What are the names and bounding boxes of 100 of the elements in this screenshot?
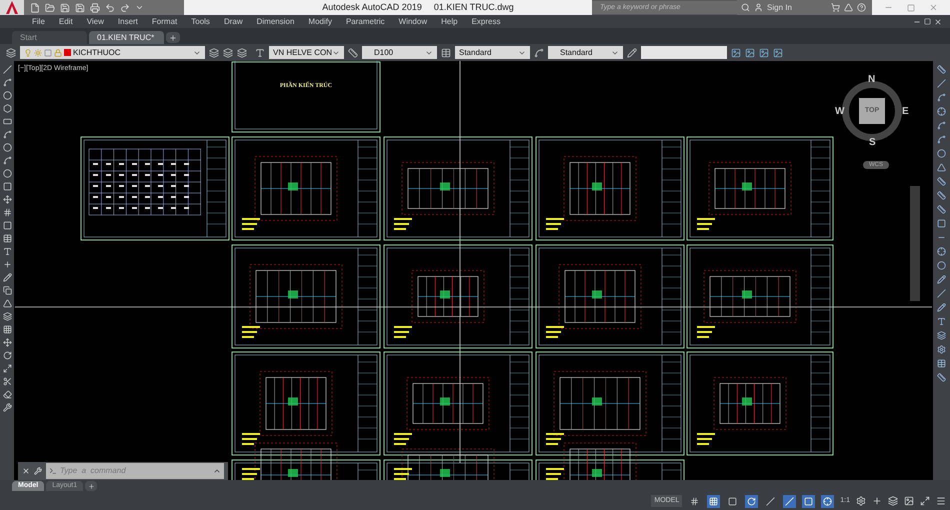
- view-icon[interactable]: [731, 48, 741, 58]
- circle-icon[interactable]: [2, 91, 12, 100]
- jog-line-icon[interactable]: [937, 289, 946, 298]
- menu-item[interactable]: Draw: [224, 16, 243, 28]
- line-icon[interactable]: [2, 65, 12, 74]
- trim-icon[interactable]: [2, 377, 12, 386]
- multileader-style-dropdown[interactable]: Standard: [548, 46, 623, 59]
- compass-east[interactable]: E: [902, 104, 909, 119]
- menu-item[interactable]: File: [32, 16, 45, 28]
- menu-item[interactable]: Parametric: [346, 16, 385, 28]
- menu-item[interactable]: View: [86, 16, 104, 28]
- user-icon[interactable]: [754, 3, 763, 12]
- cart-icon[interactable]: [831, 3, 840, 12]
- pencil-icon[interactable]: [2, 273, 12, 282]
- menu-item[interactable]: Help: [441, 16, 458, 28]
- angle-icon[interactable]: [937, 163, 946, 172]
- layer-properties-icon[interactable]: [6, 48, 16, 58]
- diameter-icon[interactable]: [937, 149, 946, 158]
- block-icon[interactable]: [2, 182, 12, 191]
- input-field[interactable]: [641, 46, 727, 59]
- table-style-dropdown[interactable]: Standard: [455, 46, 530, 59]
- layer-dropdown[interactable]: KICHTHUOC: [20, 46, 205, 59]
- polyline-icon[interactable]: [2, 78, 12, 87]
- baseline-icon[interactable]: [937, 191, 946, 200]
- previous-layer-icon[interactable]: [237, 48, 247, 58]
- hatch-icon[interactable]: [2, 208, 12, 217]
- tracking-icon[interactable]: [783, 494, 796, 508]
- menu-item[interactable]: Express: [472, 16, 500, 28]
- continue-icon[interactable]: [937, 205, 946, 214]
- text-style-dropdown[interactable]: VN HELVE CON: [269, 46, 344, 59]
- print-icon[interactable]: [90, 2, 100, 12]
- app-logo-icon[interactable]: [0, 0, 24, 15]
- dimension-icon[interactable]: [937, 65, 946, 74]
- arc-length-icon[interactable]: [937, 93, 946, 102]
- center-mark-icon[interactable]: [937, 261, 946, 270]
- quick-dim-icon[interactable]: [937, 177, 946, 186]
- rectangle-icon[interactable]: [2, 117, 12, 126]
- open-folder-icon[interactable]: [45, 2, 55, 12]
- menu-item[interactable]: Tools: [191, 16, 210, 28]
- menu-item[interactable]: Format: [152, 16, 178, 28]
- region-icon[interactable]: [2, 221, 12, 230]
- new-tab-button[interactable]: [166, 32, 180, 43]
- fullscreen-icon[interactable]: [920, 496, 930, 506]
- inspect-icon[interactable]: [937, 275, 946, 284]
- match-layer-icon[interactable]: [223, 48, 233, 58]
- update-icon[interactable]: [937, 331, 946, 340]
- command-field[interactable]: Type a command: [46, 463, 224, 479]
- add-icon[interactable]: [2, 260, 12, 269]
- text-edit-icon[interactable]: [937, 317, 946, 326]
- plus-icon[interactable]: [872, 496, 882, 506]
- ordinate-icon[interactable]: [937, 107, 946, 116]
- add-layout-button[interactable]: [85, 481, 98, 491]
- multileader-style-icon[interactable]: [534, 48, 544, 58]
- table-icon[interactable]: [2, 234, 12, 243]
- view-icon[interactable]: [745, 48, 755, 58]
- compass-south[interactable]: S: [869, 135, 876, 150]
- space-icon[interactable]: [937, 219, 946, 228]
- edit-icon[interactable]: [937, 303, 946, 312]
- command-input[interactable]: Type a command: [60, 465, 210, 477]
- new-file-icon[interactable]: [30, 2, 40, 12]
- dim-style-dropdown[interactable]: D100: [362, 46, 437, 59]
- jogged-icon[interactable]: [937, 135, 946, 144]
- menu-item[interactable]: Window: [398, 16, 428, 28]
- erase-icon[interactable]: [2, 390, 12, 399]
- dropdown-icon[interactable]: [135, 3, 144, 12]
- tolerance-icon[interactable]: [937, 247, 946, 256]
- polygon-icon[interactable]: [2, 104, 12, 113]
- text-icon[interactable]: [2, 247, 12, 256]
- file-tab[interactable]: 01.KIEN TRUC*: [89, 31, 164, 44]
- copy-icon[interactable]: [2, 286, 12, 295]
- rotate-icon[interactable]: [2, 351, 12, 360]
- compass-north[interactable]: N: [868, 72, 876, 87]
- osnap-icon[interactable]: [802, 494, 816, 508]
- make-current-icon[interactable]: [209, 48, 219, 58]
- radius-icon[interactable]: [937, 121, 946, 130]
- compass-west[interactable]: W: [835, 104, 844, 119]
- circle-icon[interactable]: [2, 143, 12, 152]
- undo-icon[interactable]: [105, 2, 115, 12]
- table-icon[interactable]: [937, 359, 946, 368]
- save-icon[interactable]: [60, 2, 70, 12]
- offset-icon[interactable]: [2, 312, 12, 321]
- menu-icon[interactable]: [936, 496, 946, 506]
- snap-icon[interactable]: [707, 494, 720, 508]
- menu-item[interactable]: Edit: [58, 16, 73, 28]
- dim-style-icon[interactable]: [937, 345, 946, 354]
- text-style-icon[interactable]: [255, 48, 265, 58]
- restore-icon[interactable]: [924, 18, 931, 24]
- polar-icon[interactable]: [745, 494, 758, 508]
- scale-icon[interactable]: [2, 364, 12, 373]
- hardware-icon[interactable]: [904, 496, 914, 506]
- move-icon[interactable]: [2, 338, 12, 347]
- spline-icon[interactable]: [2, 156, 12, 165]
- redo-icon[interactable]: [120, 2, 130, 12]
- isolate-icon[interactable]: [888, 496, 898, 506]
- wrench-icon[interactable]: [34, 467, 42, 475]
- help-icon[interactable]: [857, 3, 866, 12]
- ellipse-icon[interactable]: [2, 169, 12, 178]
- aligned-icon[interactable]: [937, 79, 946, 88]
- menu-item[interactable]: Dimension: [256, 16, 294, 28]
- paint-icon[interactable]: [627, 48, 637, 58]
